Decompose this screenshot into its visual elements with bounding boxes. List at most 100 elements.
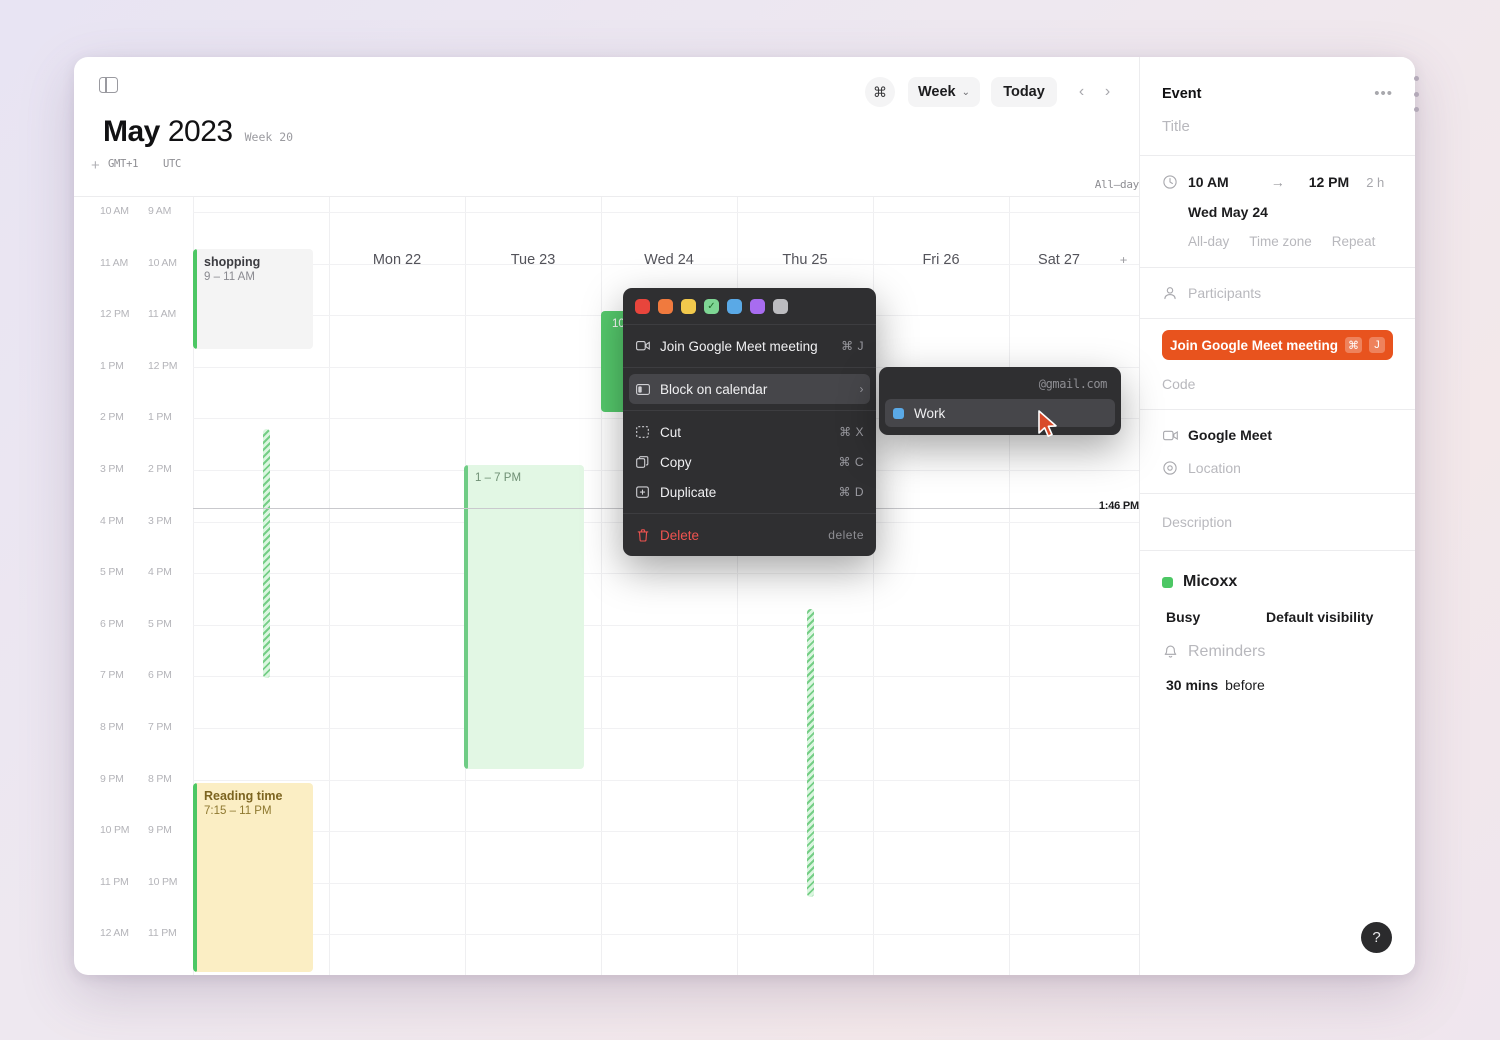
event-title: Reading time (204, 789, 283, 803)
conference-row[interactable]: Google Meet (1162, 410, 1393, 460)
all-day-row[interactable]: All–day (74, 175, 1139, 197)
tick-secondary: 10 AM (148, 256, 177, 269)
meeting-code-input[interactable]: Code (1140, 360, 1415, 410)
event-title-input[interactable]: Title (1162, 102, 1393, 155)
context-menu-item-join-meet[interactable]: Join Google Meet meeting ⌘ J (623, 331, 876, 361)
day-column[interactable] (873, 197, 1009, 975)
tick-primary: 12 AM (100, 927, 129, 940)
tick-primary: 8 PM (100, 721, 124, 733)
calendar-grid[interactable]: 10 AM 9 AM 11 AM 10 AM 12 PM 11 AM 1 PM 12 PM 2 … (74, 197, 1139, 975)
blocked-time-bar-wed[interactable] (807, 609, 814, 897)
window-resize-handle[interactable] (1412, 76, 1420, 112)
tick-primary: 11 PM (100, 875, 129, 888)
option-all-day[interactable]: All-day (1188, 234, 1229, 249)
clock-icon (1162, 175, 1178, 189)
option-repeat[interactable]: Repeat (1332, 234, 1376, 249)
event-date[interactable]: Wed May 24 (1162, 190, 1393, 220)
today-button[interactable]: Today (991, 77, 1057, 107)
hour-gridline (193, 831, 1139, 833)
year-label: 2023 (167, 115, 233, 148)
busy-status: Busy (1166, 609, 1201, 625)
command-palette-button[interactable]: ⌘ (865, 77, 895, 107)
time-tick: 12 AM 11 PM (74, 927, 193, 941)
tick-primary: 10 PM (100, 824, 130, 837)
arrow-right-icon: → (1270, 174, 1285, 190)
time-tick: 5 PM 4 PM (74, 566, 193, 580)
color-swatch-purple[interactable] (750, 299, 765, 314)
context-menu-item-shortcut: ⌘ X (839, 425, 864, 439)
event-end-time[interactable]: 12 PM (1309, 174, 1349, 190)
prev-week-icon[interactable]: ‹ (1068, 78, 1095, 105)
join-google-meet-button[interactable]: Join Google Meet meeting ⌘ J (1162, 330, 1393, 360)
handle-dot (1413, 76, 1419, 81)
color-swatch-yellow[interactable] (681, 299, 696, 314)
color-swatch-blue[interactable] (727, 299, 742, 314)
context-menu-group-edit: Cut ⌘ X Copy ⌘ C Duplicate ⌘ D (623, 411, 876, 514)
event-panel-title: Event (1162, 85, 1202, 102)
tick-primary: 3 PM (100, 463, 124, 475)
color-swatch-row[interactable]: ✓ (623, 288, 876, 325)
color-swatch-green[interactable]: ✓ (704, 299, 719, 314)
submenu-item-work[interactable]: Work (885, 399, 1115, 427)
event-reading-time[interactable]: Reading time 7:15 – 11 PM (193, 783, 313, 972)
tick-secondary: 11 AM (148, 308, 176, 321)
description-input[interactable]: Description (1140, 494, 1415, 551)
conference-name: Google Meet (1188, 427, 1273, 443)
toolbar: ⌘ Week ⌄ Today ‹ › (74, 57, 1139, 117)
event-shopping[interactable]: shopping 9 – 11 AM (193, 249, 313, 349)
blocked-time-bar-sun[interactable] (263, 429, 270, 678)
tick-secondary: 5 PM (148, 617, 172, 630)
context-menu-item-delete[interactable]: Delete delete (623, 520, 876, 550)
context-menu-item-duplicate[interactable]: Duplicate ⌘ D (623, 477, 876, 507)
context-menu-item-label: Duplicate (660, 484, 717, 500)
event-tue-block[interactable]: 1 – 7 PM (464, 465, 584, 769)
context-menu-item-label: Block on calendar (660, 381, 768, 397)
calendar-row[interactable]: Micoxx (1140, 551, 1415, 591)
context-menu-item-shortcut: delete (828, 528, 864, 542)
tick-primary: 6 PM (100, 617, 124, 630)
page-title: May 2023 Week 20 (103, 115, 293, 149)
add-timezone-icon[interactable]: + (91, 157, 100, 174)
sidebar-toggle-icon[interactable] (99, 77, 118, 93)
availability-row[interactable]: Busy Default visibility (1140, 591, 1415, 625)
context-submenu-calendars[interactable]: @gmail.com Work (879, 367, 1121, 435)
color-swatch-gray[interactable] (773, 299, 788, 314)
time-tick: 10 AM 9 AM (74, 205, 193, 219)
event-time-section: 10 AM → 12 PM 2 h Wed May 24 All-day Tim… (1140, 156, 1415, 268)
time-gutter: 10 AM 9 AM 11 AM 10 AM 12 PM 11 AM 1 PM 12 PM 2 … (74, 197, 193, 975)
join-meet-label: Join Google Meet meeting (1169, 337, 1339, 353)
event-time: 7:15 – 11 PM (204, 805, 272, 817)
next-week-icon[interactable]: › (1094, 78, 1121, 105)
context-menu[interactable]: ✓ Join Google Meet meeting ⌘ J Block on … (623, 288, 876, 556)
participants-row[interactable]: Participants (1162, 268, 1393, 318)
calendar-section: Micoxx Busy Default visibility Reminders… (1140, 551, 1415, 693)
color-swatch-red[interactable] (635, 299, 650, 314)
day-column[interactable] (1009, 197, 1139, 975)
day-column[interactable] (329, 197, 465, 975)
event-color-bar (193, 249, 197, 349)
event-start-time[interactable]: 10 AM (1188, 174, 1229, 190)
tick-secondary: 4 PM (148, 566, 172, 579)
bell-icon (1162, 645, 1178, 659)
more-options-icon[interactable]: ••• (1374, 85, 1393, 102)
location-row[interactable]: Location (1162, 460, 1393, 493)
color-swatch-orange[interactable] (658, 299, 673, 314)
tick-secondary: 8 PM (148, 772, 172, 785)
help-button[interactable]: ? (1361, 922, 1392, 953)
reminder-value-row[interactable]: 30 mins before (1140, 661, 1415, 693)
week-number-label: Week 20 (244, 130, 294, 144)
context-menu-item-cut[interactable]: Cut ⌘ X (623, 417, 876, 447)
reminders-row[interactable]: Reminders (1140, 625, 1415, 661)
context-menu-item-copy[interactable]: Copy ⌘ C (623, 447, 876, 477)
view-selector-week[interactable]: Week ⌄ (908, 77, 980, 107)
event-title: shopping (204, 255, 261, 269)
hour-gridline (193, 212, 1139, 213)
context-menu-item-label: Delete (660, 527, 700, 543)
participants-section: Participants (1140, 268, 1415, 319)
shortcut-cmd-key: ⌘ (1345, 337, 1363, 353)
submenu-account-label: @gmail.com (1038, 377, 1108, 391)
context-menu-item-label: Cut (660, 424, 682, 440)
context-menu-item-block-on-calendar[interactable]: Block on calendar › (629, 374, 870, 404)
option-time-zone[interactable]: Time zone (1249, 234, 1312, 249)
event-panel-header: Event ••• (1140, 57, 1415, 102)
